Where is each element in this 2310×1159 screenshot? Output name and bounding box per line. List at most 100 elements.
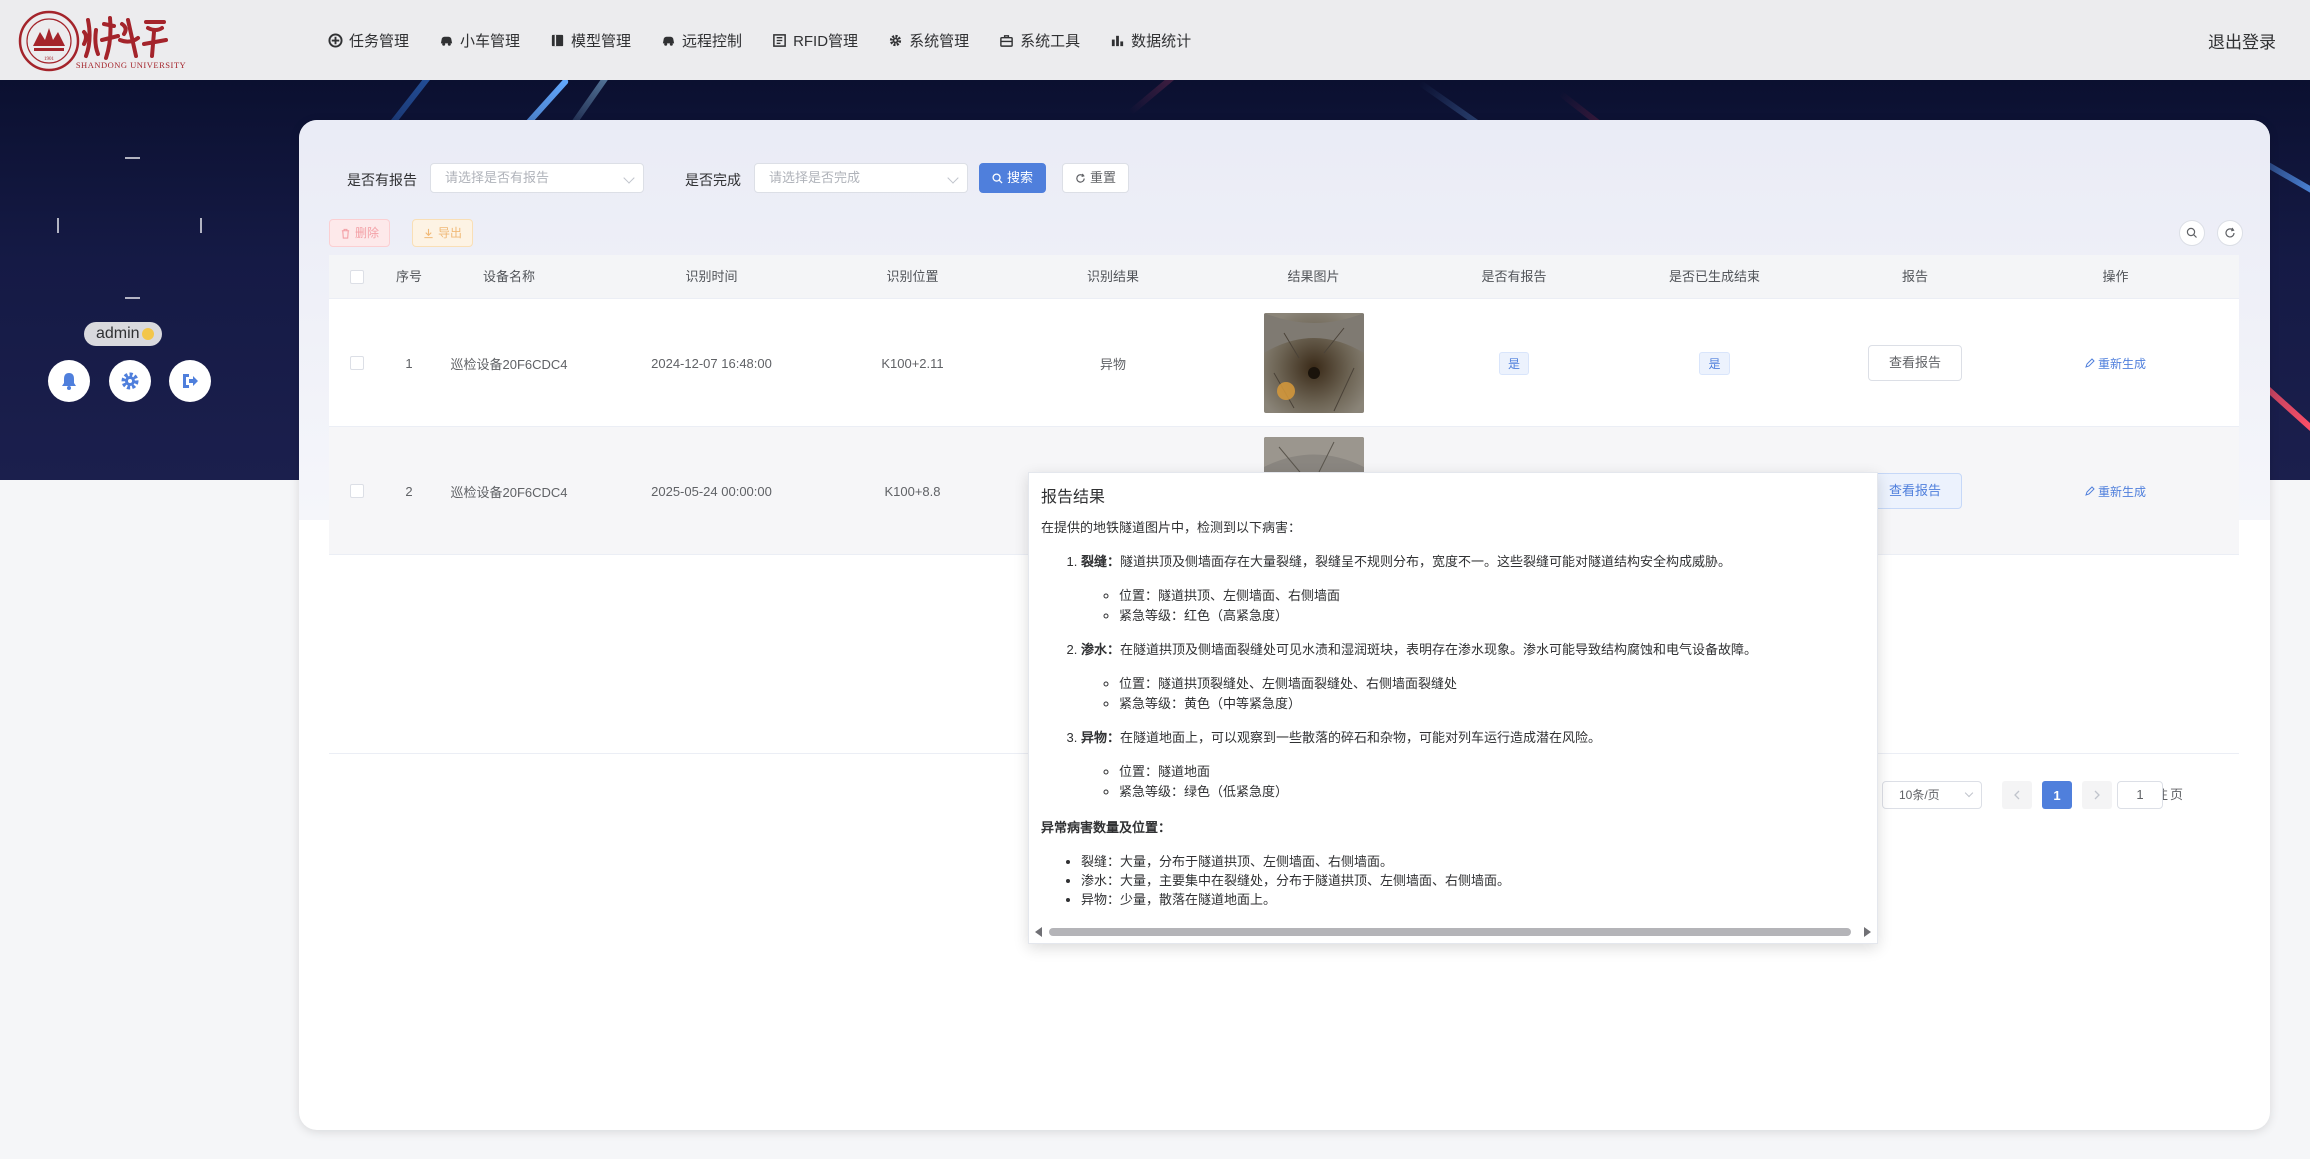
report-popover[interactable]: 报告结果 在提供的地铁隧道图片中，检测到以下病害： 裂缝：隧道拱顶及侧墙面存在大… (1028, 472, 1878, 944)
nav-item-rfid[interactable]: RFID管理 (772, 30, 858, 51)
notifications-button[interactable] (48, 360, 90, 402)
username: admin (96, 325, 140, 342)
horizontal-scrollbar[interactable] (1033, 925, 1873, 937)
recognition-location: K100+2.11 (881, 355, 944, 371)
sign-out-button[interactable] (169, 360, 211, 402)
search-icon (2186, 227, 2197, 238)
task-icon (328, 32, 343, 48)
disease-item: 裂缝：隧道拱顶及侧墙面存在大量裂缝，裂缝呈不规则分布，宽度不一。这些裂缝可能对隧… (1081, 552, 1865, 626)
view-report-button[interactable]: 查看报告 (1867, 345, 1962, 381)
result-image-cell (1240, 299, 1387, 427)
disease-name: 渗水： (1081, 642, 1121, 657)
has-report-cell: 是 (1387, 299, 1641, 427)
row-index: 1 (405, 355, 413, 371)
column-header: 操作 (2102, 269, 2129, 284)
regenerate-link[interactable]: 重新生成 (2085, 355, 2146, 372)
gear-icon (889, 34, 902, 46)
delete-button[interactable]: 删除 (329, 219, 391, 247)
summary-item: 异物：少量，散落在隧道地面上。 (1081, 890, 1865, 909)
report-intro: 在提供的地铁隧道图片中，检测到以下病害： (1041, 520, 1302, 535)
disease-detail: 紧急等级：绿色（低紧急度） (1119, 782, 1865, 802)
view-report-button[interactable]: 查看报告 (1867, 473, 1962, 509)
nav-item-remote[interactable]: 远程控制 (661, 30, 742, 51)
scroll-left-icon[interactable] (1035, 927, 1042, 937)
nav-item-task[interactable]: 任务管理 (328, 30, 409, 51)
column-header: 是否已生成结束 (1668, 269, 1760, 284)
avatar-frame (57, 157, 202, 299)
scroll-right-icon[interactable] (1864, 927, 1871, 937)
row-checkbox[interactable] (329, 299, 384, 427)
disease-detail: 位置：隧道地面 (1119, 762, 1865, 782)
car-icon (440, 36, 453, 46)
chevron-left-icon (2014, 790, 2020, 800)
refresh-table-button[interactable] (2217, 220, 2243, 246)
nav-item-model[interactable]: 模型管理 (550, 30, 631, 51)
university-english-name: SHANDONG UNIVERSITY (76, 60, 186, 70)
disease-item: 异物：在隧道地面上，可以观察到一些散落的碎石和杂物，可能对列车运行造成潜在风险。… (1081, 728, 1865, 802)
nav-item-system[interactable]: 系统管理 (888, 30, 969, 51)
page-size-select[interactable]: 10条/页 (1882, 781, 1982, 809)
disease-desc: 在隧道拱顶及侧墙面裂缝处可见水渍和湿润斑块，表明存在渗水现象。渗水可能导致结构腐… (1120, 642, 1758, 657)
summary-title: 异常病害数量及位置： (1041, 820, 1172, 835)
disease-name: 异物： (1081, 730, 1121, 745)
trash-icon (341, 228, 350, 239)
recognition-time: 2024-12-07 16:48:00 (651, 355, 772, 371)
nav-item-tools[interactable]: 系统工具 (999, 30, 1080, 51)
prev-page-button[interactable] (2002, 781, 2032, 809)
seal-year: 1901 (44, 57, 55, 62)
disease-item: 渗水：在隧道拱顶及侧墙面裂缝处可见水渍和湿润斑块，表明存在渗水现象。渗水可能导致… (1081, 640, 1865, 714)
select-all-checkbox[interactable] (329, 255, 384, 299)
generated-tag: 是 (1699, 351, 1730, 375)
refresh-icon (1076, 173, 1085, 183)
nav-item-label: RFID管理 (793, 32, 859, 50)
result-image[interactable] (1263, 313, 1364, 413)
settings-button[interactable] (109, 360, 151, 402)
university-logo[interactable]: 1901 SHANDONG UNIVERSITY (18, 10, 230, 72)
book-icon (551, 34, 564, 46)
nav-item-stats[interactable]: 数据统计 (1110, 30, 1191, 51)
nav-item-label: 模型管理 (571, 32, 632, 50)
toolbox-icon (1000, 34, 1013, 47)
column-header: 识别结果 (1086, 269, 1139, 284)
column-header: 是否有报告 (1481, 269, 1547, 284)
logout-link[interactable]: 退出登录 (2208, 28, 2276, 53)
column-header: 序号 (395, 269, 422, 284)
search-button[interactable]: 搜索 (979, 163, 1047, 193)
nav-item-label: 任务管理 (349, 32, 410, 50)
rfid-icon (773, 33, 786, 47)
summary-list: 裂缝：大量，分布于隧道拱顶、左侧墙面、右侧墙面。 渗水：大量，主要集中在裂缝处，… (1041, 852, 1865, 909)
regenerate-label: 重新生成 (2097, 484, 2146, 499)
nav-item-label: 系统管理 (909, 32, 970, 50)
disease-detail: 位置：隧道拱顶裂缝处、左侧墙面裂缝处、右侧墙面裂缝处 (1119, 674, 1865, 694)
column-header: 识别位置 (886, 269, 939, 284)
regenerate-link[interactable]: 重新生成 (2085, 483, 2146, 500)
device-name: 巡检设备20F6CDC4 (450, 484, 568, 500)
edit-icon (2085, 358, 2095, 368)
disease-desc: 在隧道地面上，可以观察到一些散落的碎石和杂物，可能对列车运行造成潜在风险。 (1120, 730, 1602, 745)
next-page-button[interactable] (2082, 781, 2112, 809)
page-suffix-label: 页 (2170, 787, 2184, 802)
user-badge: admin (84, 322, 162, 346)
disease-detail: 紧急等级：黄色（中等紧急度） (1119, 694, 1865, 714)
bell-icon (62, 373, 76, 390)
page-number-current[interactable]: 1 (2042, 781, 2072, 809)
reset-button[interactable]: 重置 (1062, 163, 1130, 193)
toggle-search-button[interactable] (2179, 220, 2205, 246)
goto-page-input[interactable]: 1 (2117, 781, 2163, 809)
search-button-label: 搜索 (1007, 170, 1034, 185)
scrollbar-thumb[interactable] (1049, 928, 1851, 936)
summary-item: 裂缝：大量，分布于隧道拱顶、左侧墙面、右侧墙面。 (1081, 852, 1865, 871)
report-title: 报告结果 (1041, 489, 1106, 506)
action-cell: 重新生成 (2042, 299, 2189, 427)
export-button[interactable]: 导出 (412, 219, 474, 247)
device-name: 巡检设备20F6CDC4 (450, 356, 568, 372)
online-status-dot (141, 328, 154, 340)
action-cell: 重新生成 (2042, 427, 2189, 555)
report-cell: 查看报告 (1788, 299, 2042, 427)
nav-item-car[interactable]: 小车管理 (439, 30, 520, 51)
chevron-right-icon (2094, 790, 2100, 800)
page-size-label: 10条/页 (1899, 788, 1940, 802)
completed-select[interactable]: 请选择是否完成 (754, 163, 968, 193)
has-report-select[interactable]: 请选择是否有报告 (430, 163, 644, 193)
row-checkbox[interactable] (329, 427, 384, 555)
